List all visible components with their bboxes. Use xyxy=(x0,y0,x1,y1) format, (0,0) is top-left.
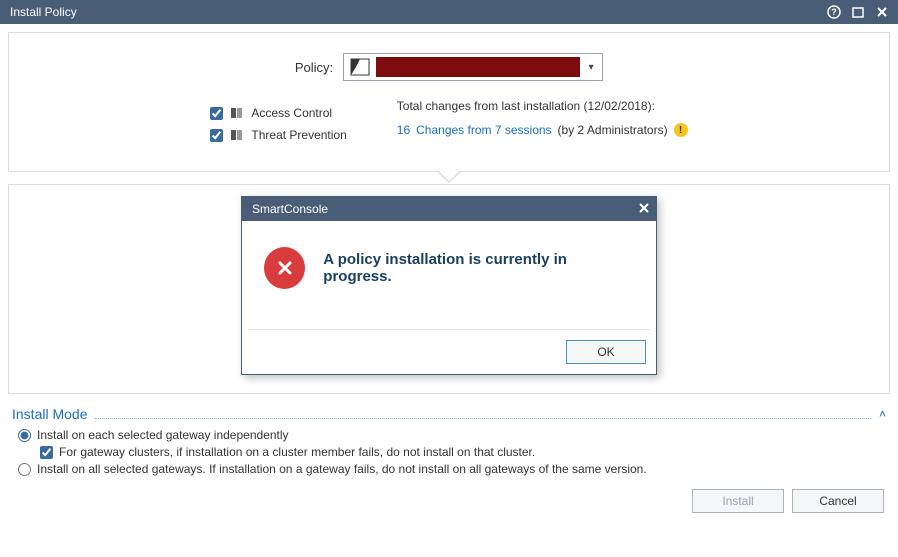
chevron-down-icon[interactable]: ▾ xyxy=(584,62,598,73)
warning-icon: ! xyxy=(674,123,688,137)
changes-count: 16 xyxy=(397,123,410,137)
svg-text:?: ? xyxy=(831,7,837,17)
layer-threat-prevention-row: Threat Prevention xyxy=(210,127,346,143)
access-control-icon xyxy=(229,105,245,121)
layer-access-control-row: Access Control xyxy=(210,105,346,121)
panel-connector xyxy=(8,172,890,184)
error-dialog: SmartConsole A policy installation is cu… xyxy=(241,196,657,375)
maximize-icon[interactable] xyxy=(848,2,868,22)
policy-value-redacted xyxy=(376,57,580,77)
dialog-title: SmartConsole xyxy=(252,202,638,216)
policy-panel: Policy: ▾ Access Control xyxy=(8,32,890,172)
policy-select[interactable]: ▾ xyxy=(343,53,603,81)
policy-label: Policy: xyxy=(295,60,333,75)
cluster-fail-checkbox[interactable] xyxy=(40,446,53,459)
section-divider xyxy=(95,418,871,419)
changes-link[interactable]: Changes from 7 sessions xyxy=(416,123,551,137)
dialog-titlebar: SmartConsole xyxy=(242,197,656,221)
chevron-up-icon[interactable]: ˄ xyxy=(879,407,886,421)
install-mode-section: Install Mode ˄ Install on each selected … xyxy=(8,406,890,479)
install-independent-radio[interactable] xyxy=(18,429,31,442)
changes-by: (by 2 Administrators) xyxy=(558,123,668,137)
install-independent-label: Install on each selected gateway indepen… xyxy=(37,428,289,442)
close-icon[interactable] xyxy=(872,2,892,22)
cancel-button[interactable]: Cancel xyxy=(792,489,884,513)
threat-prevention-checkbox[interactable] xyxy=(210,129,223,142)
access-control-checkbox[interactable] xyxy=(210,107,223,120)
changes-headline: Total changes from last installation (12… xyxy=(397,99,688,113)
install-mode-title: Install Mode xyxy=(12,406,87,422)
help-icon[interactable]: ? xyxy=(824,2,844,22)
dialog-message: A policy installation is currently in pr… xyxy=(323,251,634,285)
ok-button[interactable]: OK xyxy=(566,340,646,364)
install-all-radio[interactable] xyxy=(18,463,31,476)
dialog-close-icon[interactable] xyxy=(638,202,650,217)
threat-prevention-label: Threat Prevention xyxy=(251,128,346,142)
cluster-fail-label: For gateway clusters, if installation on… xyxy=(59,445,535,459)
error-icon xyxy=(264,247,305,289)
threat-prevention-icon xyxy=(229,127,245,143)
window-title: Install Policy xyxy=(10,5,820,19)
install-button[interactable]: Install xyxy=(692,489,784,513)
install-all-label: Install on all selected gateways. If ins… xyxy=(37,462,647,476)
titlebar: Install Policy ? xyxy=(0,0,898,24)
access-control-label: Access Control xyxy=(251,106,332,120)
policy-icon xyxy=(348,56,372,78)
